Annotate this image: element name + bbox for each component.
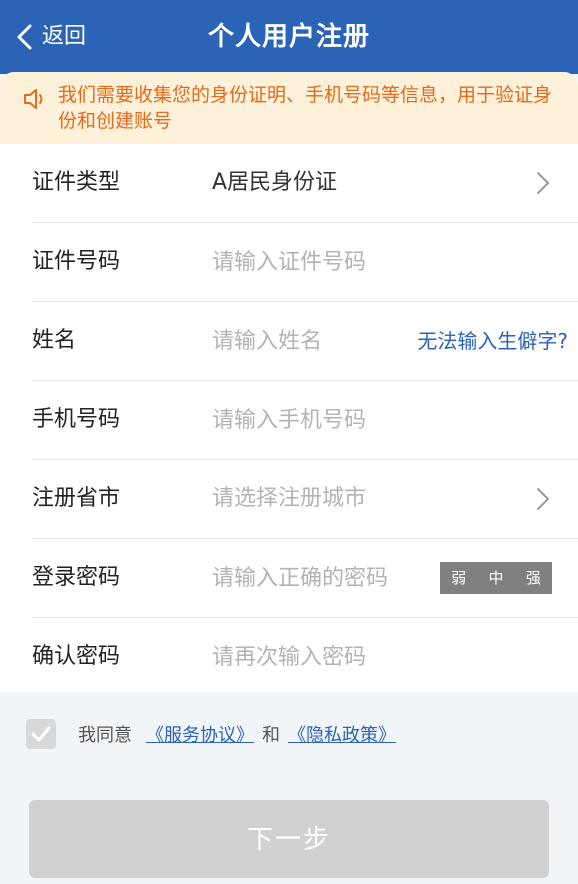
service-agreement-link[interactable]: 《服务协议》	[146, 721, 254, 747]
id-type-row[interactable]: 证件类型 A居民身份证	[32, 144, 578, 223]
id-type-value: A居民身份证	[212, 170, 338, 195]
agreement-row: 我同意 《服务协议》 和 《隐私政策》	[26, 718, 396, 750]
confirm-password-label: 确认密码	[32, 644, 121, 669]
name-input[interactable]	[212, 321, 392, 361]
name-row: 姓名 无法输入生僻字?	[32, 302, 578, 381]
info-notice: 我们需要收集您的身份证明、手机号码等信息，用于验证身份和创建账号	[0, 72, 578, 144]
notice-text: 我们需要收集您的身份证明、手机号码等信息，用于验证身份和创建账号	[58, 84, 553, 132]
privacy-policy-link[interactable]: 《隐私政策》	[288, 721, 396, 747]
confirm-password-input[interactable]	[212, 637, 532, 677]
id-type-label: 证件类型	[32, 170, 121, 195]
city-placeholder: 请选择注册城市	[212, 486, 367, 511]
speaker-icon	[24, 89, 43, 109]
agree-checkbox[interactable]	[26, 719, 56, 749]
registration-form: 证件类型 A居民身份证 证件号码 姓名 无法输入生僻字? 手机号码 注册省市 请…	[0, 144, 578, 692]
city-row[interactable]: 注册省市 请选择注册城市	[32, 460, 578, 539]
id-number-input[interactable]	[212, 242, 532, 282]
password-strength-meter: 弱 中 强	[440, 562, 552, 594]
city-label: 注册省市	[32, 486, 121, 511]
agree-prefix: 我同意	[78, 725, 132, 746]
rare-char-link[interactable]: 无法输入生僻字?	[417, 302, 568, 380]
phone-input[interactable]	[212, 400, 532, 440]
chevron-right-icon	[537, 172, 549, 194]
strength-medium: 中	[488, 569, 504, 587]
page-title: 个人用户注册	[207, 22, 370, 52]
id-number-row: 证件号码	[32, 223, 578, 302]
top-nav-bar: 返回 个人用户注册	[0, 0, 578, 74]
name-label: 姓名	[32, 328, 77, 353]
password-input[interactable]	[212, 558, 422, 598]
agree-and: 和	[262, 725, 280, 746]
confirm-password-row: 确认密码	[32, 618, 578, 696]
password-row: 登录密码 弱 中 强	[32, 539, 578, 618]
phone-row: 手机号码	[32, 381, 578, 460]
id-number-label: 证件号码	[32, 249, 121, 274]
strength-weak: 弱	[451, 569, 467, 587]
strength-strong: 强	[525, 569, 541, 587]
next-step-button[interactable]: 下一步	[29, 800, 549, 878]
check-icon	[31, 726, 51, 742]
password-label: 登录密码	[32, 565, 121, 590]
chevron-right-icon	[537, 488, 549, 510]
phone-label: 手机号码	[32, 407, 121, 432]
